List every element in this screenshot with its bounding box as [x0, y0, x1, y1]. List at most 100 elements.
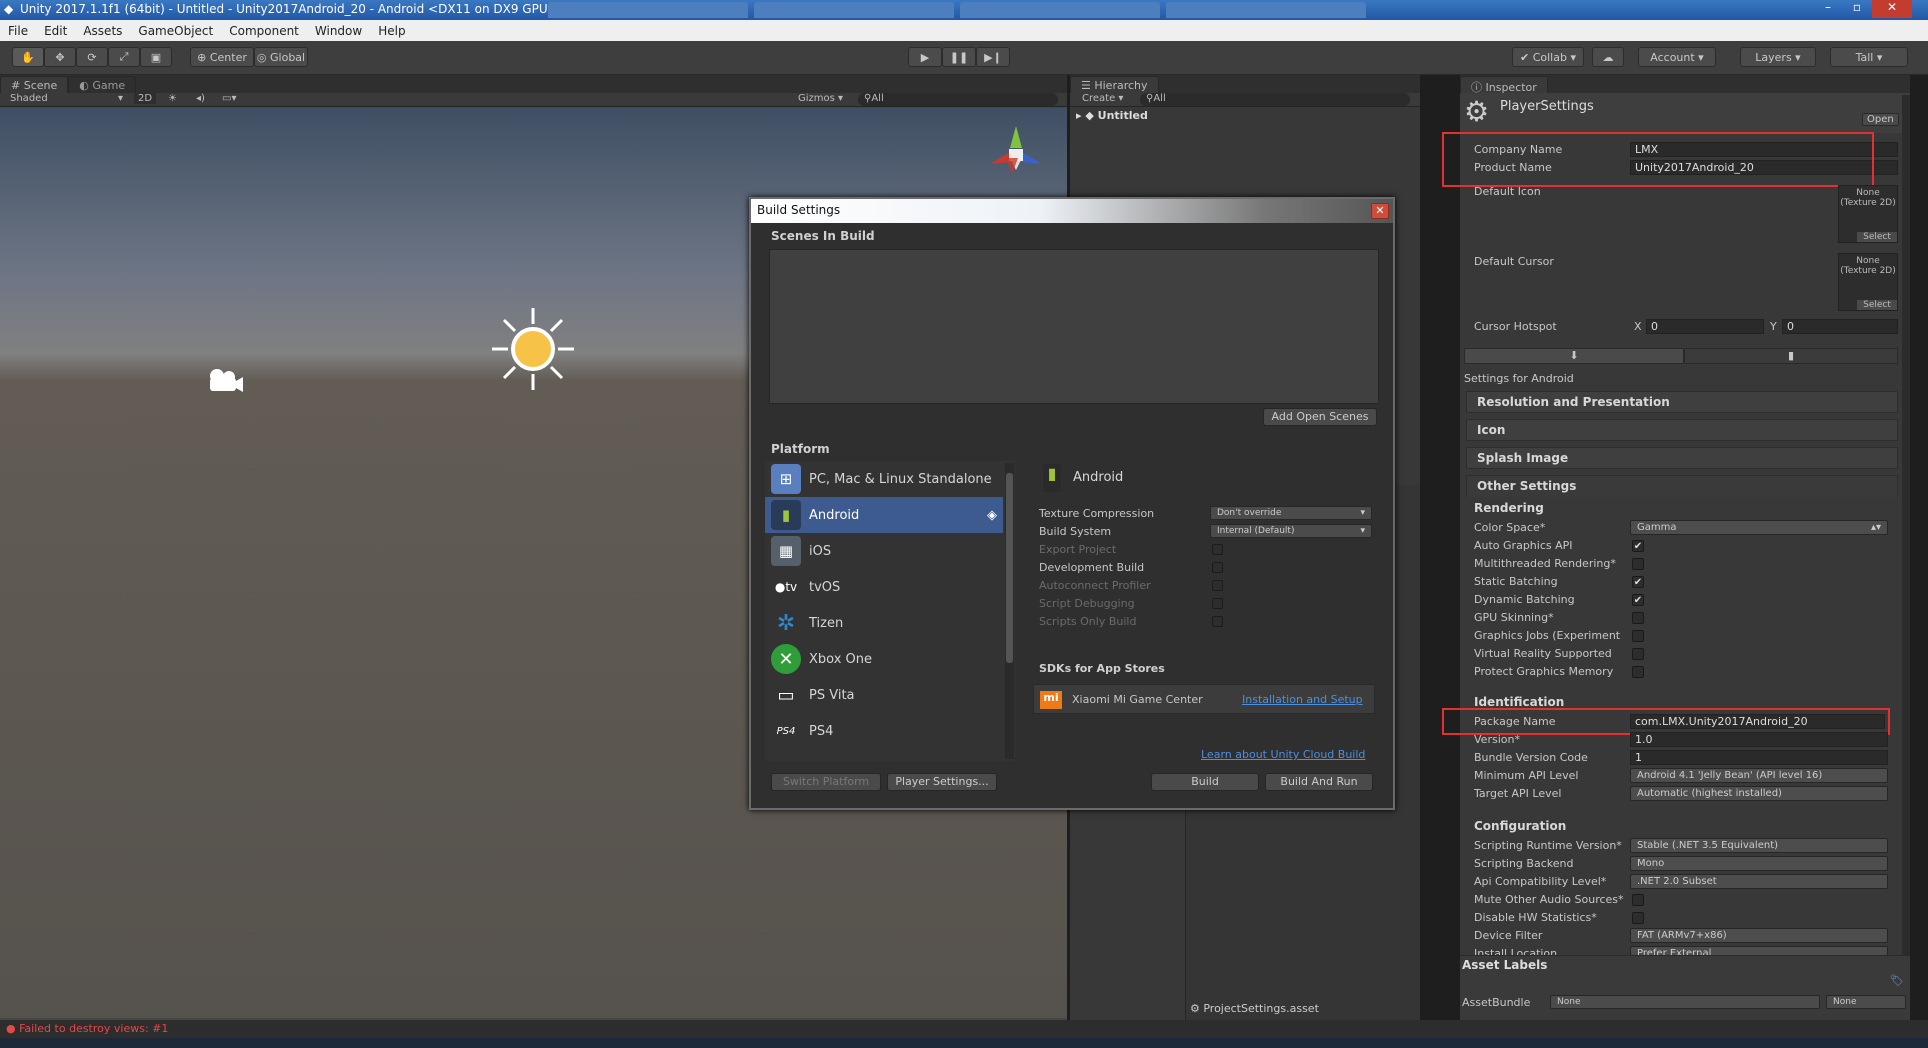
assetbundle-dropdown[interactable]: None	[1550, 995, 1820, 1009]
section-splash-image[interactable]: Splash Image	[1466, 447, 1898, 469]
static-batching-checkbox[interactable]: ✔	[1632, 576, 1644, 588]
step-button[interactable]: ▶❙	[976, 47, 1010, 67]
installation-setup-link[interactable]: Installation and Setup	[1242, 693, 1363, 706]
vr-supported-checkbox[interactable]	[1632, 648, 1644, 660]
platform-scroll-thumb[interactable]	[1006, 473, 1013, 663]
platform-android[interactable]: ▮ Android ◈	[765, 497, 1003, 533]
protect-graphics-memory-checkbox[interactable]	[1632, 666, 1644, 678]
scene-orientation-gizmo-icon[interactable]	[976, 118, 1056, 188]
scenes-list[interactable]	[769, 249, 1379, 404]
auto-graphics-api-checkbox[interactable]: ✔	[1632, 540, 1644, 552]
play-button[interactable]: ▶	[908, 47, 942, 67]
disable-hw-stats-checkbox[interactable]	[1632, 912, 1644, 924]
tab-scene[interactable]: # Scene	[0, 76, 69, 93]
hierarchy-scene-root[interactable]: ▸ ◆ Untitled	[1076, 109, 1148, 122]
tab-inspector[interactable]: ⓘ Inspector	[1460, 76, 1548, 94]
build-and-run-button[interactable]: Build And Run	[1265, 773, 1373, 791]
pivot-center-toggle[interactable]: ⊕ Center	[190, 47, 254, 67]
tab-game[interactable]: ◐ Game	[68, 76, 137, 93]
layers-dropdown[interactable]: Layers ▾	[1740, 47, 1816, 67]
select-cursor-button[interactable]: Select	[1857, 300, 1897, 310]
platform-list-scrollbar[interactable]	[1005, 463, 1014, 759]
minimize-button[interactable]: –	[1814, 0, 1842, 18]
scale-tool-icon[interactable]: ⤢	[108, 47, 140, 67]
hierarchy-search-input[interactable]: ⚲All	[1140, 93, 1410, 106]
build-system-dropdown[interactable]: Internal (Default) ▾	[1210, 524, 1372, 538]
version-field[interactable]: 1.0	[1630, 732, 1888, 747]
draw-mode-dropdown[interactable]: Shaded	[10, 93, 48, 104]
min-api-dropdown[interactable]: Android 4.1 'Jelly Bean' (API level 16)	[1630, 768, 1888, 783]
cloud-icon[interactable]: ☁	[1592, 47, 1624, 67]
target-api-dropdown[interactable]: Automatic (highest installed)	[1630, 786, 1888, 801]
dynamic-batching-checkbox[interactable]: ✔	[1632, 594, 1644, 606]
tag-icon[interactable]: 🏷	[1890, 974, 1904, 987]
export-project-checkbox[interactable]	[1212, 544, 1223, 555]
platform-ios[interactable]: ▦ iOS	[765, 533, 1003, 569]
rotate-tool-icon[interactable]: ⟳	[76, 47, 108, 67]
project-footer-asset[interactable]: ⚙ ProjectSettings.asset	[1190, 1002, 1319, 1015]
gpu-skinning-checkbox[interactable]	[1632, 612, 1644, 624]
device-filter-dropdown[interactable]: FAT (ARMv7+x86)	[1630, 928, 1888, 943]
menu-assets[interactable]: Assets	[83, 24, 122, 38]
tab-hierarchy[interactable]: ☰ Hierarchy	[1070, 76, 1159, 93]
platform-tizen[interactable]: ✲ Tizen	[765, 605, 1003, 641]
close-button[interactable]: ✕	[1872, 0, 1912, 18]
pivot-global-toggle[interactable]: ◎ Global	[254, 47, 308, 67]
autoconnect-profiler-checkbox[interactable]	[1212, 580, 1223, 591]
mute-audio-checkbox[interactable]	[1632, 894, 1644, 906]
hotspot-x-field[interactable]: 0	[1646, 319, 1764, 334]
menu-component[interactable]: Component	[229, 24, 299, 38]
hotspot-y-field[interactable]: 0	[1782, 319, 1898, 334]
maximize-button[interactable]: ▫	[1843, 0, 1871, 18]
platform-tvos[interactable]: ●tv tvOS	[765, 569, 1003, 605]
script-debugging-checkbox[interactable]	[1212, 598, 1223, 609]
color-space-dropdown[interactable]: Gamma ▴▾	[1630, 520, 1888, 535]
hand-tool-icon[interactable]: ✋	[12, 47, 44, 67]
android-platform-tab-icon[interactable]: ▮	[1684, 348, 1898, 364]
section-resolution[interactable]: Resolution and Presentation	[1466, 391, 1898, 413]
scene-search-input[interactable]: ⚲All	[858, 93, 1058, 106]
standalone-platform-tab-icon[interactable]: ⬇	[1464, 348, 1684, 364]
create-dropdown[interactable]: Create ▾	[1082, 93, 1123, 104]
texture-compression-dropdown[interactable]: Don't override ▾	[1210, 506, 1372, 520]
assetbundle-variant-dropdown[interactable]: None	[1826, 995, 1906, 1009]
inspector-scrollbar[interactable]	[1902, 95, 1910, 955]
menu-edit[interactable]: Edit	[44, 24, 67, 38]
build-button[interactable]: Build	[1151, 773, 1259, 791]
bundle-version-code-field[interactable]: 1	[1630, 750, 1888, 765]
light-toggle-icon[interactable]: ☀	[168, 93, 177, 104]
open-button[interactable]: Open	[1862, 113, 1899, 126]
menu-window[interactable]: Window	[315, 24, 362, 38]
camera-icon[interactable]	[204, 366, 244, 396]
scripting-runtime-dropdown[interactable]: Stable (.NET 3.5 Equivalent)	[1630, 838, 1888, 853]
account-dropdown[interactable]: Account ▾	[1638, 47, 1716, 67]
graphics-jobs-checkbox[interactable]	[1632, 630, 1644, 642]
menu-help[interactable]: Help	[378, 24, 405, 38]
scripting-backend-dropdown[interactable]: Mono	[1630, 856, 1888, 871]
status-bar[interactable]: ● Failed to destroy views: #1	[0, 1020, 1928, 1038]
layout-dropdown[interactable]: Tall ▾	[1830, 47, 1908, 67]
select-icon-button[interactable]: Select	[1857, 232, 1897, 242]
toggle-2d-button[interactable]: 2D	[134, 93, 157, 104]
switch-platform-button[interactable]: Switch Platform	[771, 773, 881, 791]
directional-light-icon[interactable]	[488, 304, 578, 394]
platform-ps4[interactable]: PS4 PS4	[765, 713, 1003, 749]
gizmos-dropdown[interactable]: Gizmos ▾	[798, 93, 843, 104]
section-icon[interactable]: Icon	[1466, 419, 1898, 441]
default-icon-slot[interactable]: None (Texture 2D) Select	[1838, 185, 1898, 243]
development-build-checkbox[interactable]	[1212, 562, 1223, 573]
add-open-scenes-button[interactable]: Add Open Scenes	[1263, 408, 1377, 426]
menu-gameobject[interactable]: GameObject	[138, 24, 213, 38]
platform-psvita[interactable]: ▭ PS Vita	[765, 677, 1003, 713]
cloud-build-link[interactable]: Learn about Unity Cloud Build	[1201, 748, 1365, 761]
player-settings-button[interactable]: Player Settings...	[887, 773, 997, 791]
audio-toggle-icon[interactable]: ◂)	[196, 93, 205, 104]
move-tool-icon[interactable]: ✥	[44, 47, 76, 67]
dialog-close-icon[interactable]: ✕	[1371, 203, 1389, 219]
api-compat-dropdown[interactable]: .NET 2.0 Subset	[1630, 874, 1888, 889]
rect-tool-icon[interactable]: ▣	[140, 47, 172, 67]
scripts-only-build-checkbox[interactable]	[1212, 616, 1223, 627]
effects-toggle-icon[interactable]: ▭▾	[222, 93, 236, 104]
collab-dropdown[interactable]: ✔ Collab ▾	[1512, 47, 1584, 67]
multithreaded-rendering-checkbox[interactable]	[1632, 558, 1644, 570]
